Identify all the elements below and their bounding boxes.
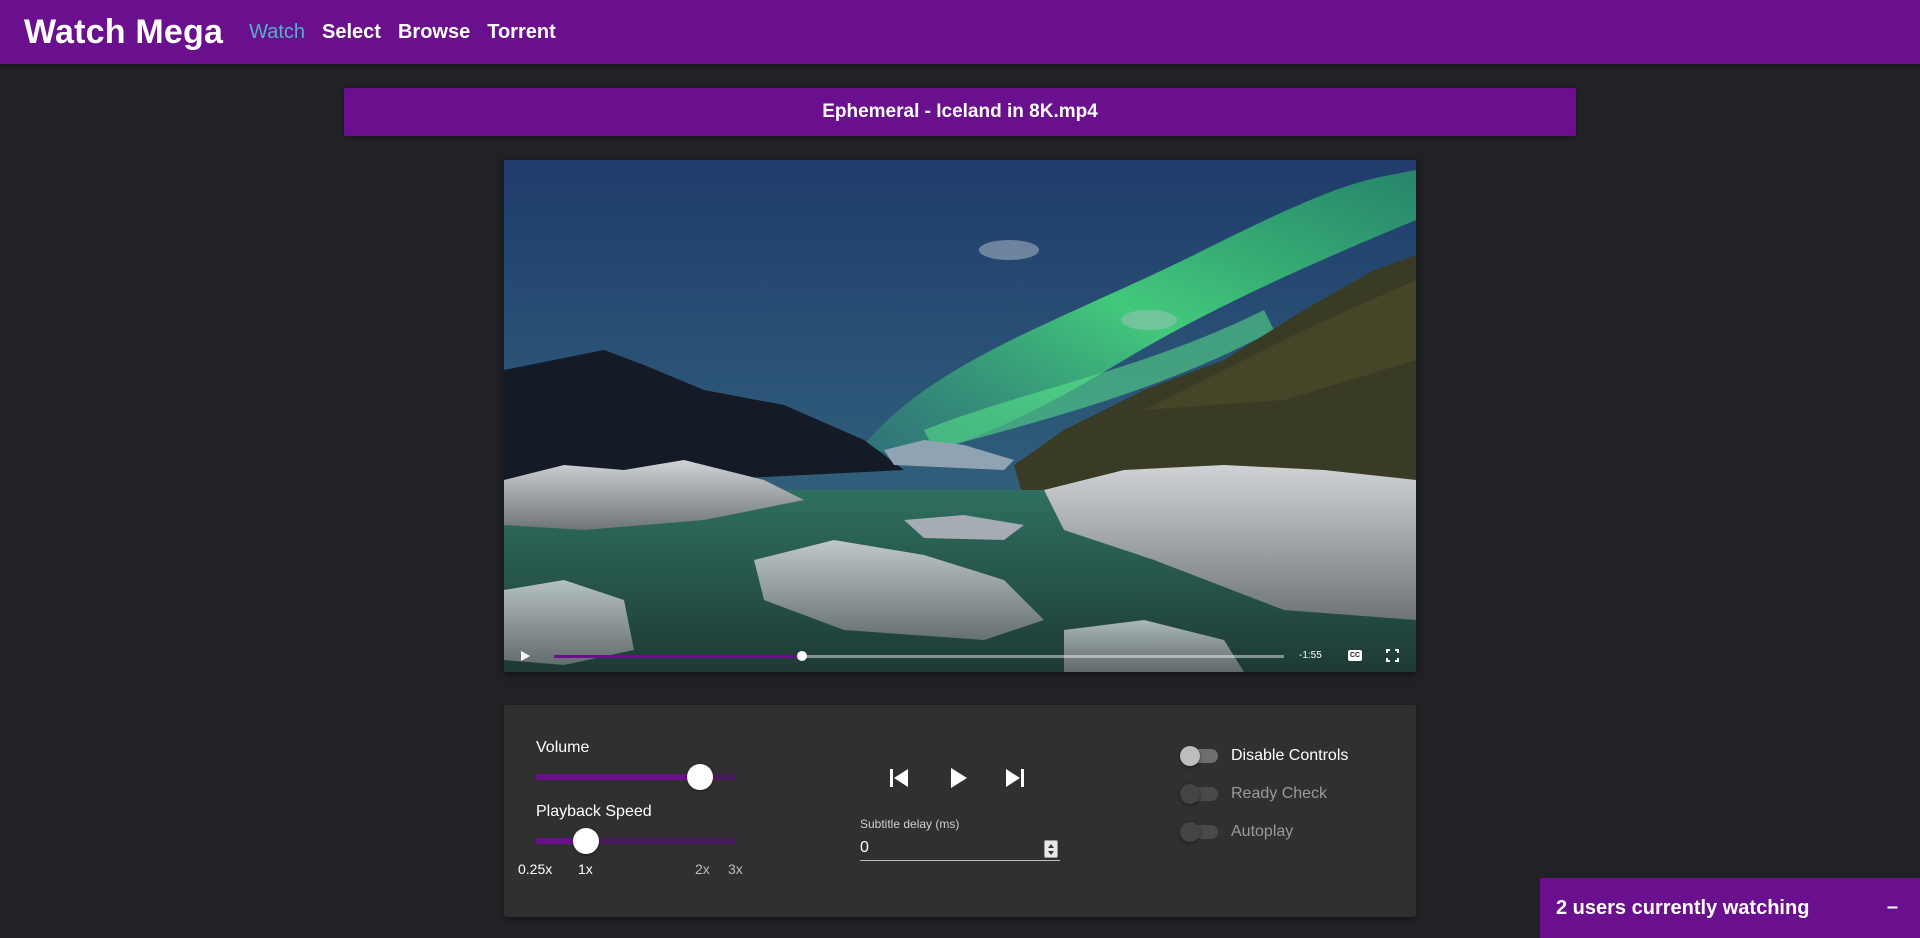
speed-tick-025: 0.25x — [518, 861, 553, 877]
nav-torrent[interactable]: Torrent — [487, 21, 556, 44]
volume-slider-fill — [536, 774, 700, 780]
video-seek-progress — [554, 655, 803, 658]
stepper-up-icon[interactable] — [1048, 844, 1054, 848]
skip-previous-icon[interactable] — [886, 765, 912, 791]
nav-select[interactable]: Select — [322, 21, 381, 44]
closed-captions-icon[interactable]: CC — [1348, 650, 1362, 661]
playback-speed-label: Playback Speed — [536, 803, 652, 820]
subtitle-delay-stepper[interactable] — [1044, 840, 1058, 858]
ready-check-toggle[interactable] — [1180, 784, 1218, 804]
volume-slider-handle[interactable] — [687, 764, 713, 790]
fullscreen-icon[interactable] — [1386, 649, 1399, 662]
video-player[interactable]: -1:55 CC — [504, 160, 1416, 672]
speed-tick-3: 3x — [728, 861, 743, 877]
video-time-remaining: -1:55 — [1299, 650, 1322, 661]
autoplay-label: Autoplay — [1231, 823, 1294, 840]
brand-title[interactable]: Watch Mega — [24, 13, 223, 52]
disable-controls-toggle[interactable] — [1180, 746, 1218, 766]
top-navbar: Watch Mega Watch Select Browse Torrent — [0, 0, 1920, 64]
video-play-icon[interactable] — [518, 649, 532, 663]
toggle-knob — [1180, 784, 1200, 804]
video-control-bar: -1:55 CC — [504, 640, 1416, 672]
ready-check-label: Ready Check — [1231, 785, 1328, 802]
controls-panel: Volume Playback Speed 0.25x 1x 2x 3x Sub… — [504, 705, 1416, 917]
speed-tick-1: 1x — [578, 861, 593, 877]
watching-users-text: 2 users currently watching — [1556, 896, 1810, 919]
autoplay-toggle[interactable] — [1180, 822, 1218, 842]
speed-tick-2: 2x — [695, 861, 710, 877]
nav-watch[interactable]: Watch — [249, 21, 305, 44]
playback-speed-slider[interactable] — [536, 828, 736, 854]
video-title-bar: Ephemeral - Iceland in 8K.mp4 — [344, 88, 1576, 136]
video-frame-image — [504, 160, 1416, 672]
play-icon[interactable] — [945, 765, 971, 791]
disable-controls-label: Disable Controls — [1231, 747, 1349, 764]
volume-label: Volume — [536, 739, 590, 756]
stepper-down-icon[interactable] — [1048, 851, 1054, 855]
nav-browse[interactable]: Browse — [398, 21, 470, 44]
toggle-knob — [1180, 822, 1200, 842]
toggle-knob — [1180, 746, 1200, 766]
subtitle-delay-label: Subtitle delay (ms) — [860, 817, 960, 831]
watching-users-panel[interactable]: 2 users currently watching – — [1540, 878, 1920, 938]
volume-slider[interactable] — [536, 764, 736, 790]
video-seek-bar[interactable] — [554, 651, 1284, 661]
skip-next-icon[interactable] — [1002, 765, 1028, 791]
video-seek-handle[interactable] — [797, 651, 808, 661]
minimize-icon[interactable]: – — [1887, 896, 1898, 919]
subtitle-delay-input[interactable] — [860, 835, 1060, 861]
playback-speed-slider-handle[interactable] — [573, 828, 599, 854]
